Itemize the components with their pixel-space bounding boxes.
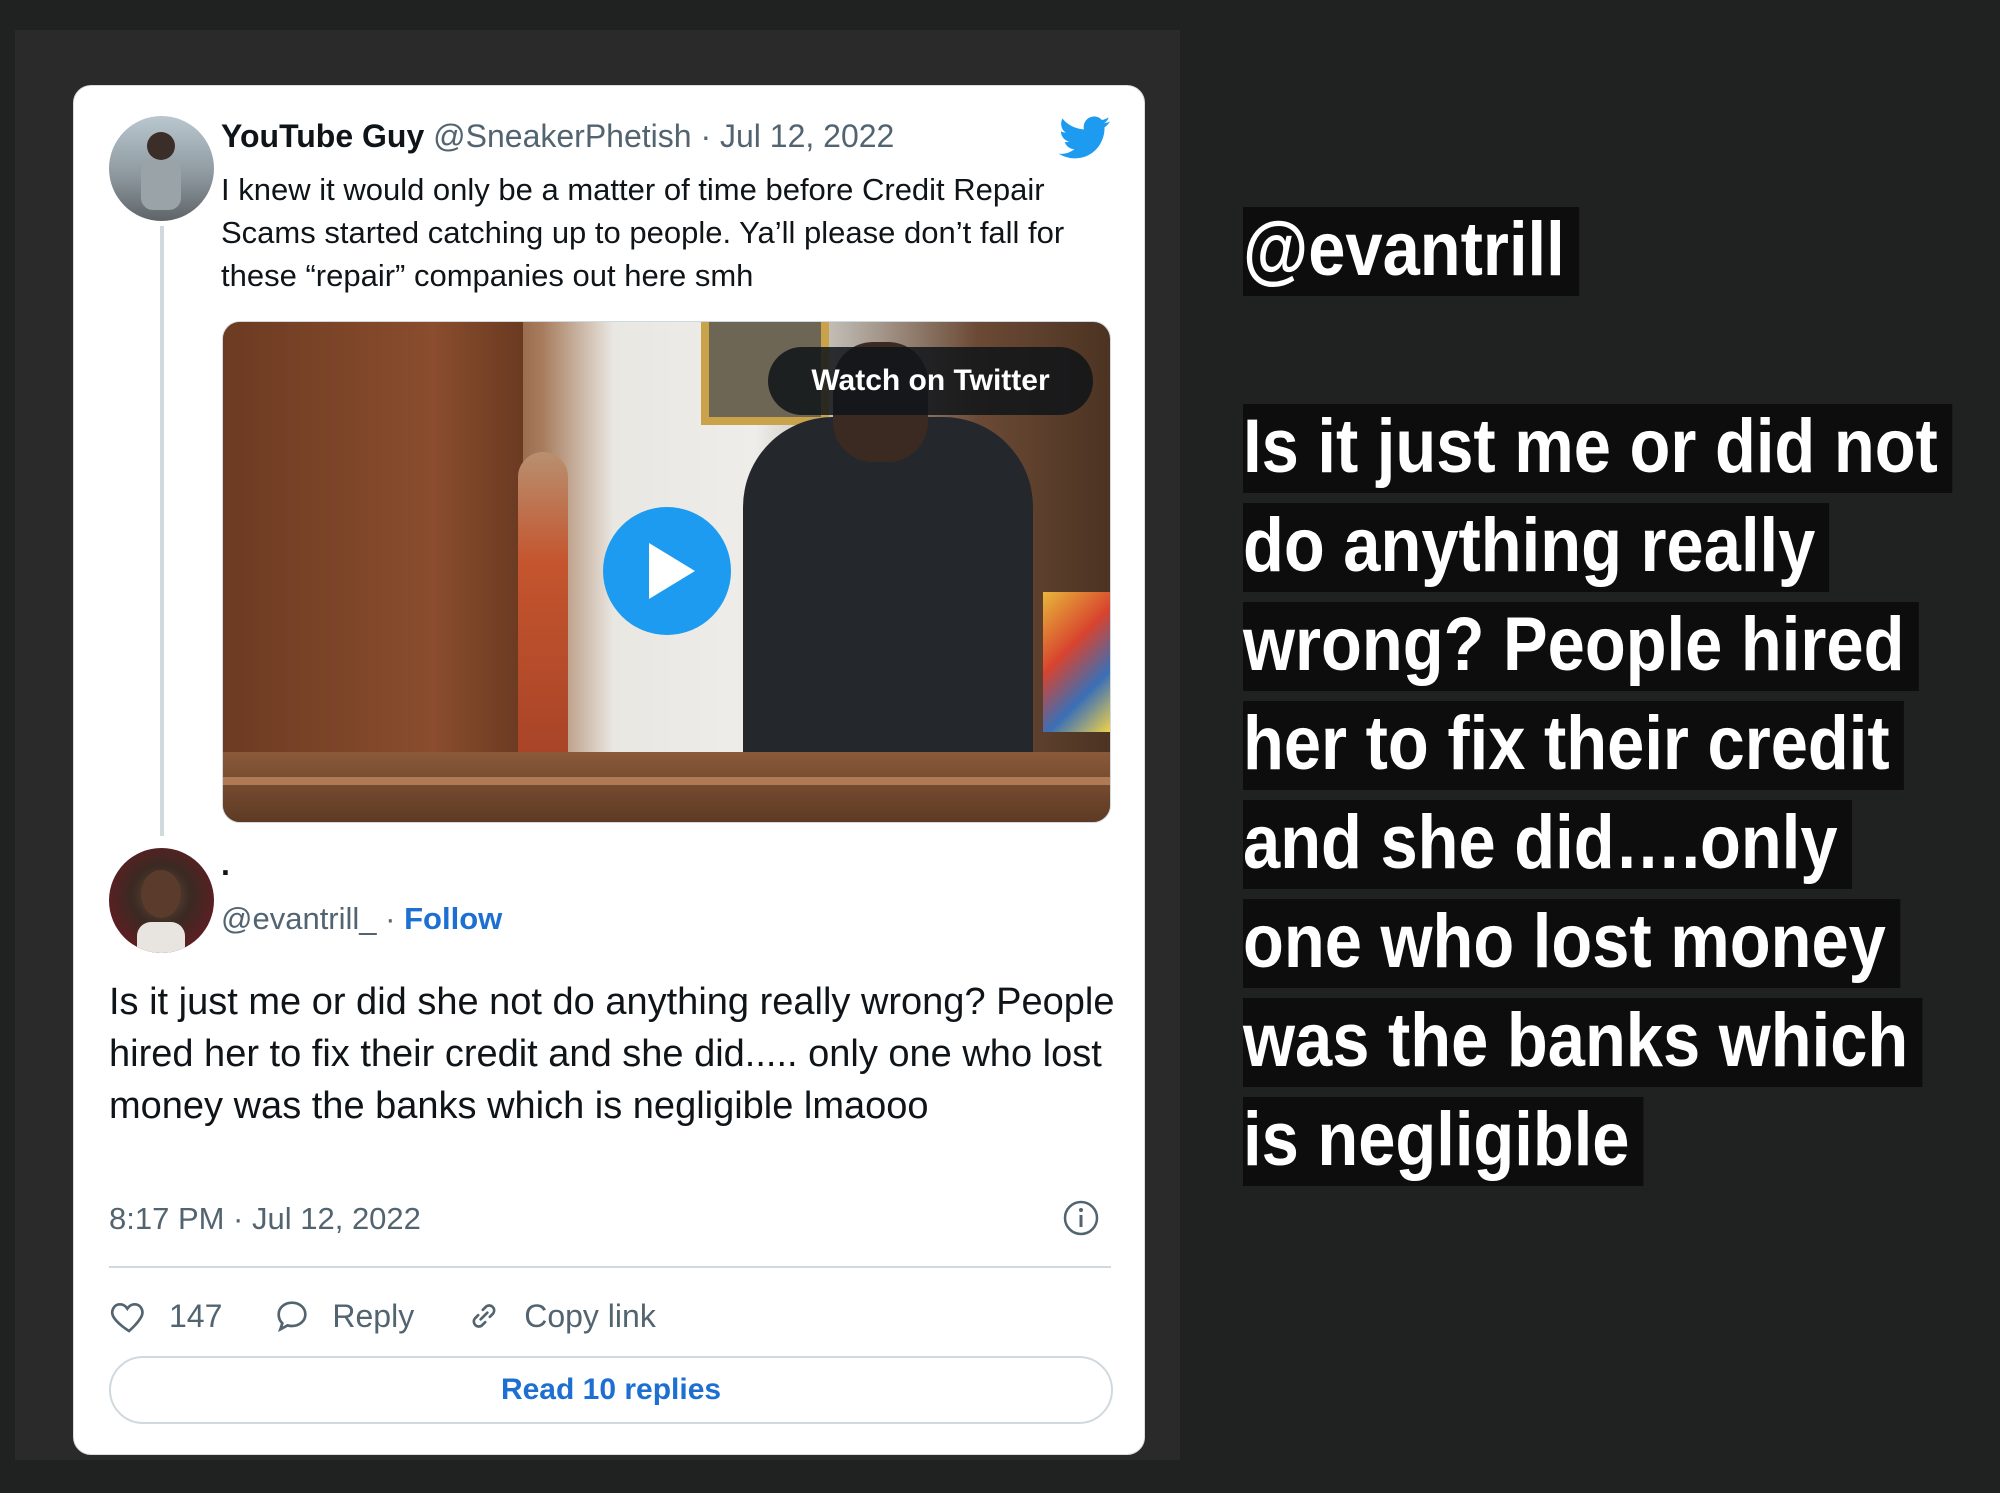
reply-label: Reply xyxy=(332,1297,415,1334)
thumbnail-bystander xyxy=(1043,592,1110,732)
info-icon[interactable] xyxy=(1062,1199,1100,1237)
handle[interactable]: @evantrill_ xyxy=(221,901,377,936)
heart-icon xyxy=(110,1302,144,1333)
copy-link-label: Copy link xyxy=(524,1297,656,1334)
tweet-text: Is it just me or did she not do anything… xyxy=(109,981,1115,1127)
tweet-text: I knew it would only be a matter of time… xyxy=(221,172,1065,293)
handle[interactable]: @SneakerPhetish xyxy=(433,118,691,154)
thumbnail-rail xyxy=(223,752,1110,822)
divider xyxy=(109,1266,1111,1268)
copy-link-action[interactable]: Copy link xyxy=(464,1296,656,1336)
read-replies-button[interactable]: Read 10 replies xyxy=(109,1356,1113,1424)
like-action[interactable]: 147 xyxy=(109,1296,222,1336)
tweet-date[interactable]: Jul 12, 2022 xyxy=(720,118,894,154)
tweet-embed-card: YouTube Guy @SneakerPhetish · Jul 12, 20… xyxy=(73,85,1145,1455)
reply-action[interactable]: Reply xyxy=(272,1296,414,1336)
caption-block: @evantrill Is it just me or did not do a… xyxy=(1243,200,1973,1189)
tweet-timestamp[interactable]: 8:17 PM · Jul 12, 2022 xyxy=(109,1201,421,1237)
screenshot-panel: YouTube Guy @SneakerPhetish · Jul 12, 20… xyxy=(15,30,1180,1460)
thread-line xyxy=(160,226,164,836)
video-thumbnail[interactable]: Watch on Twitter xyxy=(222,321,1111,823)
separator: · xyxy=(385,901,405,936)
tweet-header: YouTube Guy @SneakerPhetish · Jul 12, 20… xyxy=(221,118,894,155)
reply-icon xyxy=(277,1301,308,1333)
follow-link[interactable]: Follow xyxy=(404,901,502,936)
thumbnail-door xyxy=(223,322,523,752)
separator: · xyxy=(700,118,720,154)
author-row: @evantrill_ · Follow xyxy=(221,901,502,937)
link-icon xyxy=(472,1304,496,1328)
watch-on-twitter-button[interactable]: Watch on Twitter xyxy=(768,347,1093,415)
avatar[interactable] xyxy=(109,848,214,953)
like-count: 147 xyxy=(169,1297,223,1334)
thumbnail-rail-bar xyxy=(223,777,1110,785)
display-name[interactable]: YouTube Guy xyxy=(221,118,424,154)
caption-text: Is it just me or did not do anything rea… xyxy=(1243,397,1973,1189)
action-bar: 147 Reply Copy link xyxy=(109,1286,706,1346)
play-button[interactable] xyxy=(603,507,731,635)
display-name[interactable]: . xyxy=(221,846,230,883)
play-icon xyxy=(649,543,695,599)
twitter-bird-icon[interactable] xyxy=(1059,116,1111,160)
caption-handle: @evantrill xyxy=(1243,200,1973,299)
avatar[interactable] xyxy=(109,116,214,221)
